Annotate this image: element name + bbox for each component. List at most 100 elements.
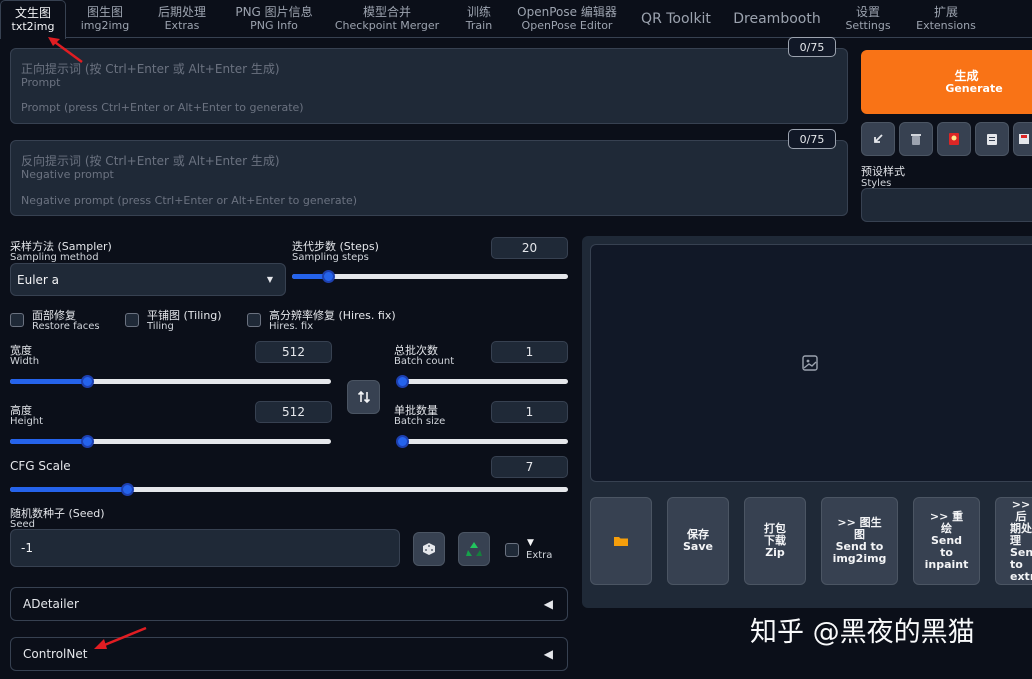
sampler-value: Euler a [17, 272, 60, 287]
image-placeholder-icon [801, 355, 818, 371]
tab-qr-toolkit[interactable]: QR Toolkit [636, 0, 716, 38]
width-label-en: Width [10, 356, 40, 367]
tab-sublabel: PNG Info [250, 19, 298, 32]
steps-label-en: Sampling steps [292, 252, 369, 263]
tab-sublabel: Checkpoint Merger [334, 19, 440, 32]
triangle-down-icon: ▼ [527, 538, 534, 548]
triangle-left-icon: ◀ [543, 597, 553, 611]
send-extras-line-6: extras [1010, 570, 1032, 583]
adetailer-accordion[interactable]: ADetailer ◀ [10, 587, 568, 621]
tab-settings[interactable]: 设置 Settings [838, 0, 898, 38]
prompt-placeholder-en: Prompt (press Ctrl+Enter or Alt+Enter to… [21, 101, 304, 114]
cfg-scale-slider[interactable] [10, 483, 568, 496]
batch-size-number-input[interactable]: 1 [491, 401, 568, 423]
steps-slider[interactable] [292, 270, 568, 283]
open-folder-button[interactable] [590, 497, 652, 585]
batch-count-slider-thumb[interactable] [396, 375, 409, 388]
tab-png-info[interactable]: PNG 图片信息 PNG Info [228, 0, 320, 38]
generate-label-zh: 生成 [954, 69, 979, 83]
styles-dropdown[interactable] [861, 188, 1032, 222]
negative-prompt-placeholder-en: Negative prompt (press Ctrl+Enter or Alt… [21, 194, 357, 207]
tab-checkpoint-merger[interactable]: 模型合并 Checkpoint Merger [334, 0, 440, 38]
batch-count-slider[interactable] [396, 375, 568, 388]
clear-prompt-button[interactable] [899, 122, 933, 156]
width-slider-fill [10, 379, 87, 384]
send-img2img-line-4: img2img [832, 552, 887, 565]
hires-fix-label-en: Hires. fix [269, 321, 314, 332]
zip-label-en: Zip [765, 546, 785, 559]
cfg-scale-slider-thumb[interactable] [121, 483, 134, 496]
tab-train[interactable]: 训练 Train [456, 0, 502, 38]
extra-seed-checkbox[interactable] [505, 543, 519, 557]
height-label-en: Height [10, 416, 44, 427]
tab-label: 后期处理 [157, 5, 206, 19]
tab-label: OpenPose 编辑器 [517, 5, 617, 19]
annotation-arrow-tab [48, 37, 83, 64]
sampler-dropdown[interactable]: Euler a ▼ [10, 263, 286, 296]
generate-button[interactable]: 生成 Generate [861, 50, 1032, 114]
steps-slider-thumb[interactable] [322, 270, 335, 283]
reuse-seed-button[interactable] [458, 532, 490, 566]
adetailer-label: ADetailer [23, 597, 79, 611]
tiling-checkbox[interactable] [125, 313, 139, 327]
batch-size-slider[interactable] [396, 435, 568, 448]
paste-params-button[interactable] [861, 122, 895, 156]
prompt-textarea[interactable]: 正向提示词 (按 Ctrl+Enter 或 Alt+Enter 生成) Prom… [10, 48, 848, 124]
extra-label: Extra [526, 550, 553, 561]
swap-dimensions-button[interactable] [347, 380, 380, 414]
tab-label: Dreambooth [733, 10, 821, 27]
red-card-icon [949, 133, 959, 145]
tab-label: 设置 [855, 5, 880, 19]
cfg-scale-number-input[interactable]: 7 [491, 456, 568, 478]
steps-number-input[interactable]: 20 [491, 237, 568, 259]
save-style-button[interactable] [1013, 122, 1032, 156]
negative-prompt-textarea[interactable]: 反向提示词 (按 Ctrl+Enter 或 Alt+Enter 生成) Nega… [10, 140, 848, 216]
height-slider[interactable] [10, 435, 331, 448]
send-to-extras-button[interactable]: >> 后 期处 理 Send to extras [995, 497, 1032, 585]
tab-label: 文生图 [14, 6, 51, 20]
send-to-inpaint-button[interactable]: >> 重 绘 Send to inpaint [913, 497, 980, 585]
batch-size-slider-thumb[interactable] [396, 435, 409, 448]
triangle-left-icon: ◀ [543, 647, 553, 661]
hires-fix-checkbox[interactable] [247, 313, 261, 327]
tab-openpose-editor[interactable]: OpenPose 编辑器 OpenPose Editor [514, 0, 620, 38]
folder-icon [614, 537, 628, 546]
send-inpaint-line-5: inpaint [924, 558, 969, 571]
height-slider-thumb[interactable] [81, 435, 94, 448]
batch-count-number-input[interactable]: 1 [491, 341, 568, 363]
swap-vertical-icon [357, 390, 370, 404]
arrow-bottom-left-icon [874, 134, 883, 143]
random-seed-button[interactable] [413, 532, 445, 566]
tab-sublabel: Extras [164, 19, 200, 32]
send-extras-line-1: >> 后 [1011, 498, 1031, 523]
tab-extensions[interactable]: 扩展 Extensions [912, 0, 980, 38]
tab-bar: 文生图 txt2img 图生图 img2img 后期处理 Extras PNG … [0, 0, 1032, 39]
width-slider-thumb[interactable] [81, 375, 94, 388]
tab-extras[interactable]: 后期处理 Extras [148, 0, 216, 38]
tab-label: 训练 [466, 5, 491, 19]
sampler-label-en: Sampling method [10, 252, 99, 263]
trash-icon [911, 134, 921, 145]
tab-sublabel: Extensions [916, 19, 976, 32]
zip-button[interactable]: 打包 下载 Zip [744, 497, 806, 585]
zhihu-watermark: 知乎 @黑夜的黑猫 [750, 617, 975, 648]
negative-prompt-placeholder-label: Negative prompt [21, 168, 114, 181]
generate-label-en: Generate [945, 82, 1003, 95]
width-number-input[interactable]: 512 [255, 341, 332, 363]
tab-label: 图生图 [86, 5, 123, 19]
tab-label: QR Toolkit [641, 10, 711, 27]
apply-style-button[interactable] [975, 122, 1009, 156]
extra-networks-button[interactable] [937, 122, 971, 156]
seed-input[interactable]: -1 [10, 529, 400, 567]
save-button[interactable]: 保存 Save [667, 497, 729, 585]
send-to-img2img-button[interactable]: >> 图生 图 Send to img2img [821, 497, 898, 585]
tab-dreambooth[interactable]: Dreambooth [732, 0, 822, 38]
prompt-placeholder-label: Prompt [21, 76, 61, 89]
height-slider-fill [10, 439, 87, 444]
image-output-area[interactable] [590, 244, 1032, 482]
tab-label: 扩展 [933, 5, 958, 19]
height-number-input[interactable]: 512 [255, 401, 332, 423]
restore-faces-checkbox[interactable] [10, 313, 24, 327]
width-slider[interactable] [10, 375, 331, 388]
batch-size-label-en: Batch size [394, 416, 446, 427]
